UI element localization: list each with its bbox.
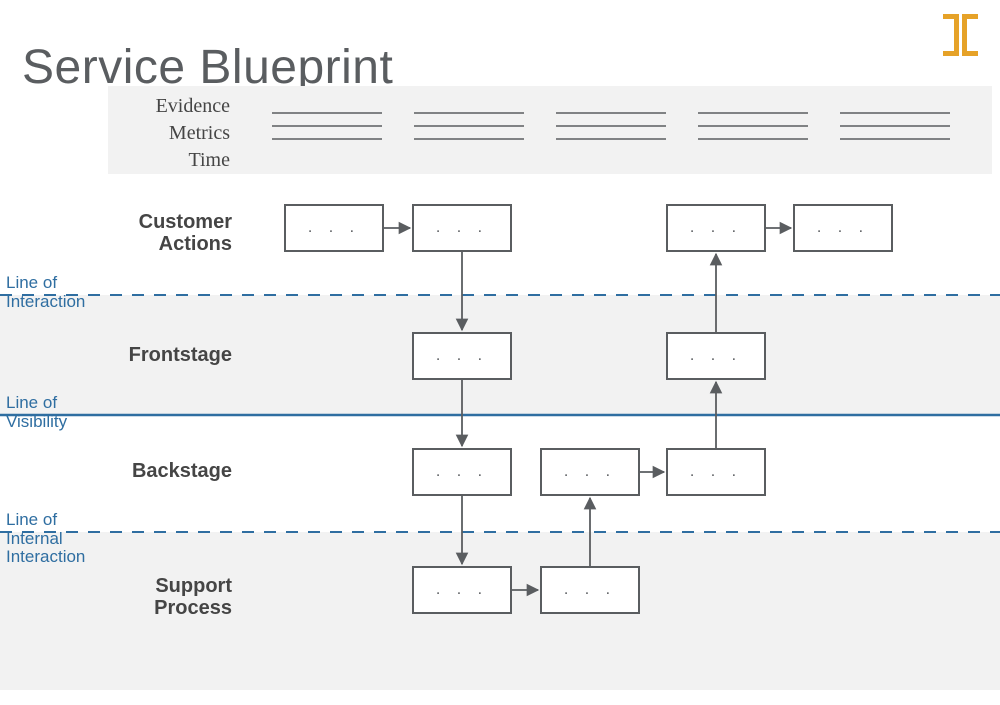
- box-customer-2: . . .: [412, 204, 512, 252]
- service-blueprint-diagram: Service Blueprint Evidence Metrics Time …: [0, 0, 1000, 705]
- box-customer-4: . . .: [793, 204, 893, 252]
- box-frontstage-1: . . .: [412, 332, 512, 380]
- row-label-customer-actions: Customer Actions: [92, 211, 232, 255]
- metrics-label: Metrics: [110, 120, 230, 147]
- box-backstage-3: . . .: [666, 448, 766, 496]
- evidence-band: [108, 86, 992, 174]
- box-frontstage-2: . . .: [666, 332, 766, 380]
- separator-label-internal: Line of Internal Interaction: [6, 511, 85, 567]
- row-label-frontstage: Frontstage: [92, 344, 232, 366]
- row-label-backstage: Backstage: [92, 460, 232, 482]
- box-customer-1: . . .: [284, 204, 384, 252]
- evidence-label: Evidence: [110, 93, 230, 120]
- box-customer-3: . . .: [666, 204, 766, 252]
- evidence-labels: Evidence Metrics Time: [110, 93, 230, 174]
- logo-icon: [943, 14, 978, 56]
- box-backstage-2: . . .: [540, 448, 640, 496]
- separator-label-visibility: Line of Visibility: [6, 394, 67, 431]
- box-backstage-1: . . .: [412, 448, 512, 496]
- time-label: Time: [110, 147, 230, 174]
- box-support-1: . . .: [412, 566, 512, 614]
- separator-label-interaction: Line of Interaction: [6, 274, 85, 311]
- box-support-2: . . .: [540, 566, 640, 614]
- row-label-support-process: Support Process: [92, 575, 232, 619]
